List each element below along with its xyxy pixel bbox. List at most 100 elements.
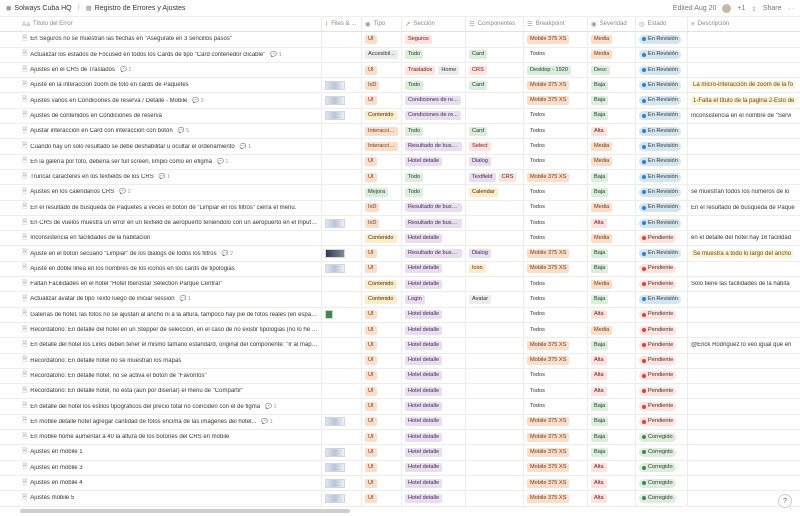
title-cell[interactable]: 🗎 Faltan Facilidades en el hotel "Hotel I… [0, 277, 322, 292]
severity-tag[interactable]: Baja [591, 294, 609, 304]
component-tag[interactable]: Avatar [469, 294, 492, 304]
table-row[interactable]: 🗎 Recordatorio: En detalle del hotel en u… [0, 322, 800, 339]
severity-tag[interactable]: Baja [591, 249, 609, 259]
severity-tag[interactable]: Baja [591, 172, 609, 182]
header-severidad[interactable]: ◉ Severidad [588, 17, 636, 32]
error-title[interactable]: Faltan Facilidades en el hotel "Hotel Ib… [30, 281, 222, 287]
breakpoint-cell[interactable]: Mobile 375 XS [524, 78, 588, 93]
comment-count[interactable]: 💬 1 [217, 159, 228, 165]
error-title[interactable]: Ajuste en la interacción zoom de foto en… [30, 82, 188, 88]
status-badge[interactable]: En Revisión [639, 203, 681, 213]
error-title[interactable]: Ajustes en mobile 1 [30, 449, 82, 455]
header-descripcion[interactable]: ≡ Descripción [688, 17, 800, 31]
table-row[interactable]: 🗎 En CRS de vuelos muestra un error en un… [0, 215, 800, 232]
table-row[interactable]: 🗎 En detalle del hotel los estilos tipogr… [0, 399, 800, 415]
seccion-cell[interactable]: Seguros [402, 32, 466, 47]
title-cell[interactable]: 🗎 En Seguros no se muestran las flechas e… [0, 32, 322, 47]
seccion-cell[interactable]: Todo [402, 47, 466, 62]
severidad-cell[interactable]: Alta [588, 491, 636, 506]
files-cell[interactable] [322, 460, 362, 475]
breakpoint-cell[interactable]: Mobile 375 XS [524, 32, 588, 47]
title-cell[interactable]: 🗎 En mobile detalle hotel agregar cantida… [0, 414, 322, 430]
table-row[interactable]: 🗎 Ajuste en doble linea en los nombres de… [0, 261, 800, 278]
tipo-tag[interactable]: UI [365, 432, 377, 442]
estado-cell[interactable]: Corregido [636, 460, 688, 475]
comment-count[interactable]: 💬 2 [119, 189, 130, 195]
breakpoint-tag[interactable]: Todos [527, 371, 548, 380]
error-title[interactable]: En Seguros no se muestran las flechas en… [30, 36, 232, 42]
componentes-cell[interactable] [466, 93, 524, 108]
help-button[interactable]: ? [778, 494, 792, 508]
seccion-cell[interactable]: Hotel detalle [402, 430, 466, 445]
componentes-cell[interactable]: CRS [466, 62, 524, 78]
estado-cell[interactable]: Pendiente [636, 414, 688, 430]
tipo-cell[interactable]: Mejora [362, 185, 402, 200]
table-row[interactable]: 🗎 Recordatorio: En detalle hotel, no se a… [0, 368, 800, 385]
componentes-cell[interactable] [466, 200, 524, 215]
severity-tag[interactable]: Alta [591, 126, 607, 136]
tipo-cell[interactable]: UI [362, 399, 402, 414]
status-badge[interactable]: Corregido [639, 432, 676, 442]
severidad-cell[interactable]: Media [588, 32, 636, 47]
descripcion-cell[interactable] [688, 308, 800, 322]
tipo-cell[interactable]: UI [362, 169, 402, 185]
status-badge[interactable]: Pendiente [639, 402, 677, 412]
tipo-cell[interactable]: Interaccion [362, 139, 402, 154]
estado-cell[interactable]: En Revisión [636, 47, 688, 62]
componentes-cell[interactable] [466, 384, 524, 399]
tipo-cell[interactable]: UI [362, 62, 402, 78]
attachment-thumbnail[interactable] [325, 80, 345, 90]
error-title[interactable]: Recordatorio: En detalle hotel, no esta … [30, 388, 243, 394]
attachment-thumbnail[interactable] [325, 478, 345, 488]
componentes-cell[interactable]: Icon [466, 261, 524, 277]
title-cell[interactable]: 🗎 Recordatorio: En detalle del hotel en u… [0, 322, 322, 338]
breakpoint-tag[interactable]: Mobile 375 XS [527, 80, 570, 90]
error-title[interactable]: En mobile detalle hotel agregar cantidad… [30, 419, 256, 425]
attachment-thumbnail[interactable] [325, 310, 333, 320]
table-row[interactable]: 🗎 Faltan Facilidades en el hotel "Hotel I… [0, 277, 800, 293]
tipo-tag[interactable]: Contenido [365, 279, 397, 289]
breakpoint-cell[interactable]: Mobile 375 XS [524, 430, 588, 445]
section-tag[interactable]: Login [405, 294, 425, 304]
attachment-thumbnail[interactable] [325, 218, 345, 228]
componentes-cell[interactable] [466, 430, 524, 445]
error-title[interactable]: Ajustes en mobile 4 [30, 480, 82, 486]
error-title[interactable]: Recordatorio: En detalle hotel, no se ac… [30, 373, 206, 379]
severidad-cell[interactable]: Alta [588, 124, 636, 139]
comment-count[interactable]: 💬 1 [265, 404, 276, 410]
section-tag[interactable]: Todo [405, 50, 424, 60]
files-cell[interactable] [322, 338, 362, 353]
breakpoint-cell[interactable]: Todos [524, 200, 588, 215]
tipo-cell[interactable]: IxD [362, 200, 402, 215]
table-row[interactable]: 🗎 Ajustes en los calendarios CRS 💬 2 Mejora… [0, 185, 800, 201]
seccion-cell[interactable]: Hotel detalle [402, 277, 466, 292]
attachment-thumbnail[interactable] [325, 417, 345, 427]
files-cell[interactable] [322, 261, 362, 277]
error-title[interactable]: Ajustes en los calendarios CRS [30, 189, 114, 195]
estado-cell[interactable]: En Revisión [636, 185, 688, 200]
seccion-cell[interactable]: Todo [402, 78, 466, 93]
breakpoint-tag[interactable]: Mobile 375 XS [527, 356, 570, 366]
status-badge[interactable]: Pendiente [639, 264, 677, 274]
severidad-cell[interactable]: Media [588, 139, 636, 154]
files-cell[interactable] [322, 399, 362, 414]
tipo-tag[interactable]: UI [365, 386, 377, 396]
breakpoint-tag[interactable]: Todos [527, 203, 548, 212]
tipo-cell[interactable]: UI [362, 338, 402, 353]
files-cell[interactable] [322, 169, 362, 185]
files-cell[interactable] [322, 491, 362, 506]
severidad-cell[interactable]: Media [588, 277, 636, 292]
severidad-cell[interactable]: Alta [588, 353, 636, 368]
error-title[interactable]: Cuando hay un solo resultado se debe des… [30, 144, 234, 150]
breakpoint-cell[interactable]: Todos [524, 384, 588, 399]
files-cell[interactable] [322, 32, 362, 47]
tipo-tag[interactable]: IxD [365, 80, 380, 90]
status-badge[interactable]: En Revisión [639, 111, 681, 121]
severity-tag[interactable]: Baja [591, 402, 609, 412]
severidad-cell[interactable]: Baja [588, 430, 636, 445]
status-badge[interactable]: Corregido [639, 447, 676, 457]
component-tag[interactable]: CRS [469, 65, 487, 75]
severity-tag[interactable]: Media [591, 142, 613, 152]
severidad-cell[interactable]: Baja [588, 93, 636, 108]
files-cell[interactable] [322, 368, 362, 384]
